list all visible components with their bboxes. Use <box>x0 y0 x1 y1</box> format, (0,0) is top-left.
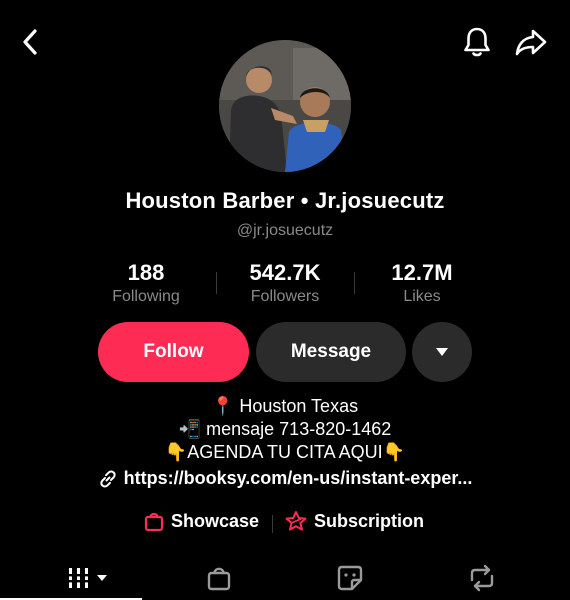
chevron-left-icon <box>23 29 37 55</box>
bio-contact: 📲 mensaje 713-820-1462 <box>178 419 392 439</box>
profile-feature-row: Showcase Subscription <box>0 510 570 536</box>
subscription-button[interactable]: Subscription <box>284 510 424 532</box>
bio-link[interactable]: https://booksy.com/en-us/instant-exper..… <box>0 468 570 489</box>
feature-divider <box>272 515 273 533</box>
showcase-label: Showcase <box>171 510 260 531</box>
tab-shop[interactable] <box>205 563 233 593</box>
subscription-star-icon <box>285 511 307 531</box>
tab-reposts[interactable] <box>467 563 497 593</box>
caret-down-icon <box>436 348 448 356</box>
share-button[interactable] <box>512 24 550 60</box>
more-options-button[interactable] <box>412 322 472 382</box>
bio-location: 📍 Houston Texas <box>211 396 359 416</box>
repost-icon <box>470 564 494 592</box>
username: @jr.josuecutz <box>236 222 334 239</box>
share-arrow-icon <box>515 29 547 56</box>
display-name: Houston Barber • Jr.josuecutz <box>125 188 445 213</box>
subscription-label: Subscription <box>314 510 425 531</box>
stat-following-value: 188 <box>127 260 165 285</box>
link-icon <box>100 470 116 487</box>
shopping-bag-icon <box>207 567 231 591</box>
bell-icon <box>464 27 490 57</box>
sticker-icon <box>337 565 363 591</box>
stat-followers-label: Followers <box>250 288 320 305</box>
grid-bars-icon <box>67 568 107 588</box>
message-button[interactable]: Message <box>256 322 406 382</box>
avatar[interactable] <box>219 40 351 172</box>
back-button[interactable] <box>14 26 46 58</box>
bio-booking: 👇AGENDA TU CITA AQUI👇 <box>164 442 406 462</box>
tab-videos[interactable] <box>66 563 112 593</box>
stat-likes-label: Likes <box>403 288 441 305</box>
stat-likes-value: 12.7M <box>391 260 453 285</box>
stat-following[interactable]: 188 Following <box>76 260 216 306</box>
shopping-bag-icon <box>144 512 164 532</box>
notifications-button[interactable] <box>460 24 494 60</box>
stat-followers-value: 542.7K <box>249 260 321 285</box>
stat-likes[interactable]: 12.7M Likes <box>352 260 492 306</box>
stat-followers[interactable]: 542.7K Followers <box>215 260 355 306</box>
bio-link-text: https://booksy.com/en-us/instant-exper..… <box>123 468 473 488</box>
showcase-button[interactable]: Showcase <box>143 510 259 532</box>
tab-favorites[interactable] <box>336 563 364 593</box>
avatar-photo <box>219 40 351 172</box>
stat-following-label: Following <box>112 288 180 305</box>
follow-button[interactable]: Follow <box>98 322 249 382</box>
